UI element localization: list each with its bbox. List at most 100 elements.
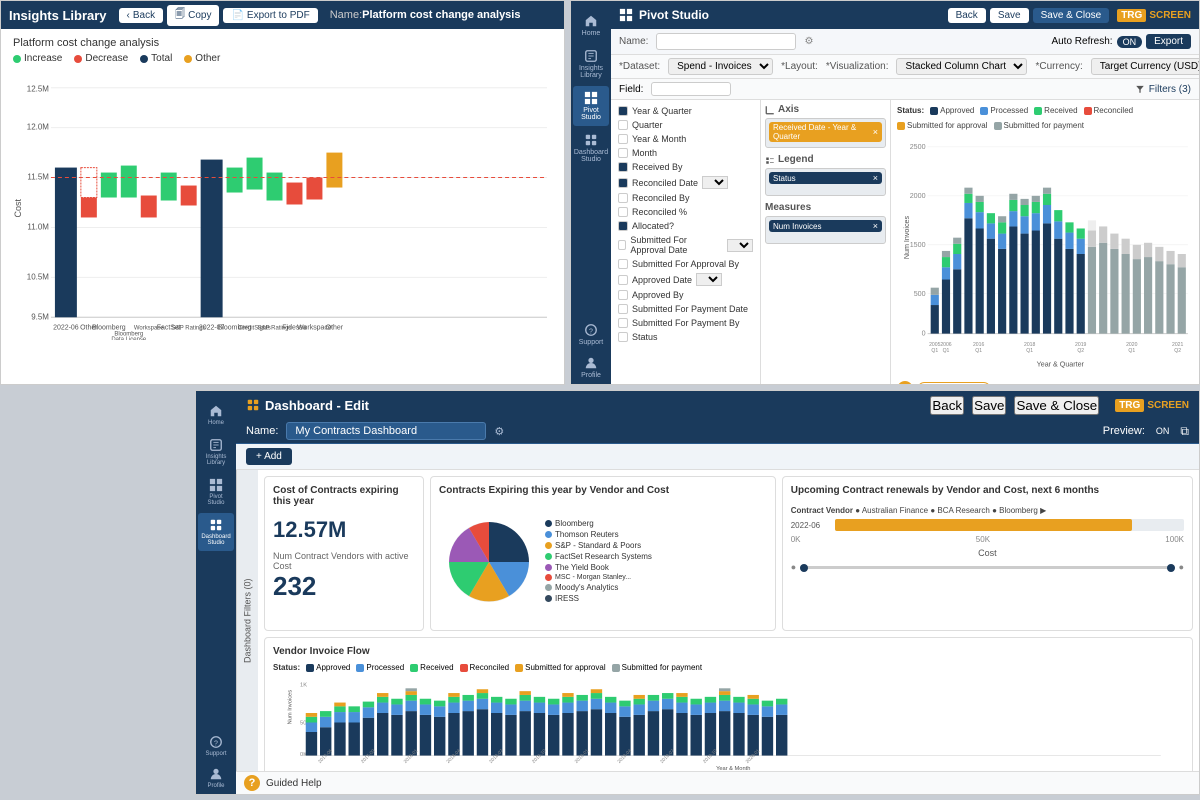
guided-help-text[interactable]: Guided Help	[266, 778, 322, 789]
field-reconciled-date[interactable]: Reconciled Date	[615, 174, 756, 191]
field-check[interactable]	[618, 106, 628, 116]
remove-axis-tag[interactable]: ×	[873, 127, 878, 137]
axis-dropzone[interactable]: Received Date - Year & Quarter ×	[765, 118, 886, 148]
slider-track[interactable]	[800, 566, 1174, 569]
field-payment-date[interactable]: Submitted For Payment Date	[615, 302, 756, 316]
measures-dropzone[interactable]: Num Invoices ×	[765, 216, 886, 244]
field-payment-by[interactable]: Submitted For Payment By	[615, 316, 756, 330]
preview-toggle-button[interactable]: ON	[1150, 425, 1176, 437]
field-select[interactable]	[727, 239, 753, 252]
pivot-save-button[interactable]: Save	[990, 8, 1029, 23]
pivot-name-input[interactable]	[656, 33, 796, 50]
field-submitted-approval-date[interactable]: Submitted For Approval Date	[615, 233, 756, 257]
sidebar-item-profile[interactable]: Profile	[573, 351, 609, 384]
remove-measures-tag[interactable]: ×	[873, 221, 878, 231]
back-button[interactable]: ‹ Back	[119, 8, 164, 23]
hbar-axis: 0K 50K 100K	[791, 535, 1184, 544]
dash-sidebar-profile[interactable]: Profile	[198, 762, 234, 794]
measures-label: Measures	[765, 202, 886, 213]
field-select[interactable]	[696, 273, 722, 286]
field-check[interactable]	[618, 275, 628, 285]
field-check[interactable]	[618, 120, 628, 130]
field-check[interactable]	[618, 259, 628, 269]
field-approved-by[interactable]: Approved By	[615, 288, 756, 302]
field-check[interactable]	[618, 304, 628, 314]
expand-icon[interactable]: ⧉	[1180, 424, 1189, 439]
svg-text:500: 500	[914, 290, 926, 298]
pivot-back-button[interactable]: Back	[948, 8, 986, 23]
dashboard-filters-sidebar[interactable]: Dashboard Filters (0)	[236, 470, 258, 771]
dashboard-name-input[interactable]	[286, 422, 486, 440]
dashboard-save-close-button[interactable]: Save & Close	[1014, 396, 1099, 415]
dash-sidebar-pivot[interactable]: Pivot Studio	[198, 473, 234, 511]
invoice-legend: Status: Approved Processed Received Reco…	[273, 663, 1184, 672]
settings-icon[interactable]: ⚙	[804, 36, 813, 47]
field-check[interactable]	[618, 332, 628, 342]
export-button[interactable]: Export	[1146, 34, 1191, 49]
copy-icon: 🗐	[175, 7, 185, 24]
chart-title: Platform cost change analysis	[13, 37, 552, 49]
app-logo: Insights Library	[9, 8, 107, 23]
field-approved-date[interactable]: Approved Date	[615, 271, 756, 288]
copy-button[interactable]: 🗐 Copy	[167, 5, 219, 26]
pivot-save-close-button[interactable]: Save & Close	[1033, 8, 1110, 23]
other-dot	[184, 55, 192, 63]
add-widget-button[interactable]: + Add	[246, 448, 292, 465]
field-search-input[interactable]	[651, 82, 731, 96]
field-reconciled-pct[interactable]: Reconciled %	[615, 205, 756, 219]
field-received-by[interactable]: Received By	[615, 160, 756, 174]
dashboard-back-button[interactable]: Back	[930, 396, 964, 415]
field-reconciled-by[interactable]: Reconciled By	[615, 191, 756, 205]
legend-dropzone[interactable]: Status ×	[765, 168, 886, 196]
pie-widget-content: Bloomberg Thomson Reuters S&P - Standard…	[439, 502, 767, 622]
field-check[interactable]	[618, 148, 628, 158]
field-check[interactable]	[618, 193, 628, 203]
auto-refresh-toggle[interactable]: ON	[1117, 36, 1143, 48]
field-select[interactable]	[702, 176, 728, 189]
sidebar-item-home[interactable]: Home	[573, 9, 609, 42]
legend-tag: Status ×	[769, 172, 882, 184]
visualization-label: *Visualization:	[826, 61, 889, 72]
field-check[interactable]	[618, 134, 628, 144]
field-check[interactable]	[618, 207, 628, 217]
visualization-select[interactable]: Stacked Column Chart	[896, 58, 1027, 75]
sidebar-item-pivot[interactable]: Pivot Studio	[573, 86, 609, 126]
axis-section: Axis Received Date - Year & Quarter ×	[765, 104, 886, 148]
dash-sidebar-home[interactable]: Home	[198, 399, 234, 431]
sidebar-item-dashboard[interactable]: Dashboard Studio	[573, 128, 609, 168]
status-processed: Processed	[980, 106, 1028, 115]
remove-legend-tag[interactable]: ×	[873, 173, 878, 183]
field-check[interactable]	[618, 290, 628, 300]
svg-text:11.0M: 11.0M	[27, 222, 49, 231]
field-check[interactable]	[618, 240, 626, 250]
dash-sidebar-support[interactable]: ? Support	[198, 730, 234, 762]
cost-expiring-widget: Cost of Contracts expiring this year 12.…	[264, 476, 424, 631]
field-check[interactable]	[618, 178, 628, 188]
field-check[interactable]	[618, 162, 628, 172]
export-pdf-button[interactable]: 📄 Export to PDF	[223, 8, 317, 23]
guided-help-label[interactable]: Guided Help	[917, 382, 991, 385]
legend-icon	[765, 155, 775, 165]
slider-thumb-right[interactable]	[1167, 564, 1175, 572]
currency-select[interactable]: Target Currency (USD)	[1091, 58, 1199, 75]
field-year-month[interactable]: Year & Month	[615, 132, 756, 146]
field-month[interactable]: Month	[615, 146, 756, 160]
slider-thumb[interactable]	[800, 564, 808, 572]
dashboard-widgets: Cost of Contracts expiring this year 12.…	[258, 470, 1199, 771]
field-allocated[interactable]: Allocated?	[615, 219, 756, 233]
sidebar-item-support[interactable]: ? Support	[573, 318, 609, 351]
legend-section: Legend Status ×	[765, 154, 886, 196]
sidebar-item-insights[interactable]: Insights Library	[573, 44, 609, 84]
status-approved: Approved	[930, 106, 974, 115]
field-check[interactable]	[618, 221, 628, 231]
field-check[interactable]	[618, 318, 628, 328]
dataset-select[interactable]: Spend - Invoices	[668, 58, 773, 75]
dashboard-save-button[interactable]: Save	[972, 396, 1006, 415]
dash-sidebar-dashboard[interactable]: Dashboard Studio	[198, 513, 234, 551]
field-submitted-approval-by[interactable]: Submitted For Approval By	[615, 257, 756, 271]
settings-icon[interactable]: ⚙	[494, 425, 504, 438]
dash-sidebar-insights[interactable]: Insights Library	[198, 433, 234, 471]
field-year-quarter[interactable]: Year & Quarter	[615, 104, 756, 118]
field-quarter[interactable]: Quarter	[615, 118, 756, 132]
field-status[interactable]: Status	[615, 330, 756, 344]
